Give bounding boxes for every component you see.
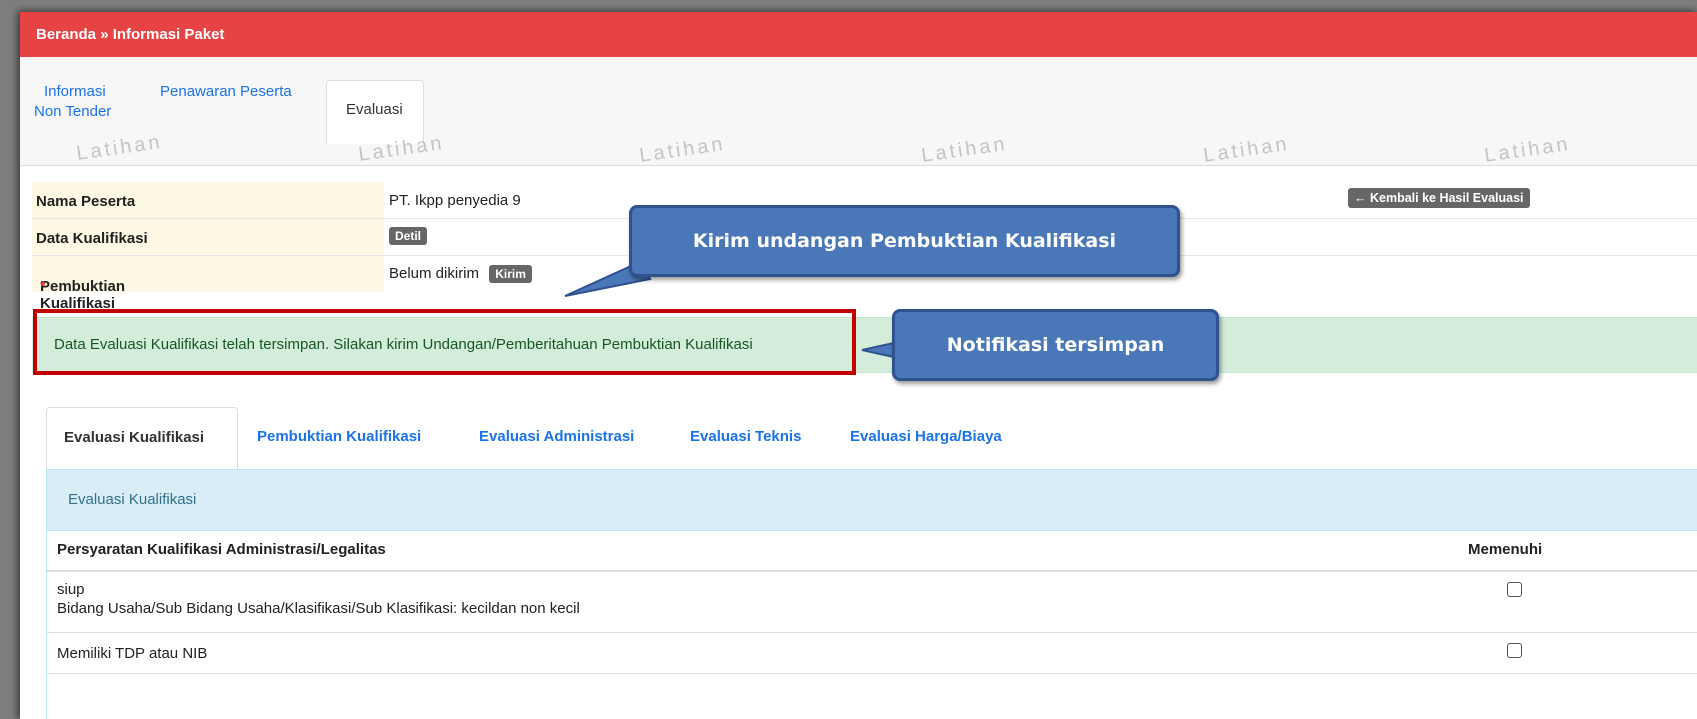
column-header-memenuhi: Memenuhi [1468,541,1543,558]
nama-peserta-value: PT. Ikpp penyedia 9 [389,192,521,209]
column-header-requirement: Persyaratan Kualifikasi Administrasi/Leg… [57,541,386,558]
data-kualifikasi-label: Data Kualifikasi [36,230,148,247]
table-row: Memiliki TDP atau NIB [47,633,1697,674]
requirement-text: siup Bidang Usaha/Sub Bidang Usaha/Klasi… [57,580,580,618]
detil-button[interactable]: Detil [389,227,428,245]
requirement-text: Memiliki TDP atau NIB [57,645,208,662]
pembuktian-status: Belum dikirim [389,265,480,282]
pembuktian-value: Belum dikirim Kirim [389,265,532,283]
label-cell: Data Kualifikasi [32,219,384,255]
data-kualifikasi-value: Detil [389,227,428,245]
back-to-results-button[interactable]: ← Kembali ke Hasil Evaluasi [1348,188,1530,208]
tab-penawaran-peserta[interactable]: Penawaran Peserta [160,81,292,103]
table-header: Persyaratan Kualifikasi Administrasi/Leg… [47,530,1697,572]
tab-evaluasi-kualifikasi[interactable]: Evaluasi Kualifikasi [46,407,238,471]
panel-heading: Evaluasi Kualifikasi [47,470,1697,531]
watermark: Latihan [1202,132,1291,167]
highlight-box [33,309,856,375]
callout-notifikasi: Notifikasi tersimpan [892,309,1219,381]
evaluation-sub-tabs: Evaluasi Kualifikasi Pembuktian Kualifik… [46,407,1697,471]
watermark: Latihan [1483,132,1572,167]
evaluasi-kualifikasi-panel: Evaluasi Kualifikasi Persyaratan Kualifi… [46,469,1697,719]
browser-frame: Beranda » Informasi Paket Informasi Non … [20,12,1697,719]
watermark: Latihan [920,132,1009,167]
kirim-button[interactable]: Kirim [489,265,532,283]
header-bar: Beranda » Informasi Paket [20,12,1697,57]
tab-label-line2: Non Tender [34,103,112,120]
callout-kirim-undangan: Kirim undangan Pembuktian Kualifikasi [629,205,1180,277]
requirement-detail: Bidang Usaha/Sub Bidang Usaha/Klasifikas… [57,600,580,617]
nama-peserta-label: Nama Peserta [36,193,136,210]
tab-informasi-non-tender[interactable]: Informasi Non Tender [34,81,111,123]
label-cell: Nama Peserta [32,182,384,218]
watermark: Latihan [638,132,727,167]
table-row: siup Bidang Usaha/Sub Bidang Usaha/Klasi… [47,572,1697,633]
required-mark: * [40,278,46,295]
tab-pembuktian-kualifikasi[interactable]: Pembuktian Kualifikasi [257,428,421,445]
tab-evaluasi-harga-biaya[interactable]: Evaluasi Harga/Biaya [850,428,1002,445]
tab-evaluasi[interactable]: Evaluasi [326,80,424,144]
memenuhi-checkbox[interactable] [1507,643,1522,658]
requirement-title: siup [57,581,85,598]
watermark: Latihan [75,130,164,165]
panel-title: Evaluasi Kualifikasi [68,491,197,508]
memenuhi-checkbox[interactable] [1507,582,1522,597]
tab-label-line1: Informasi [44,83,106,100]
breadcrumb: Beranda » Informasi Paket [36,26,225,43]
label-cell: Pembuktian Kualifikasi * [32,256,384,312]
pembuktian-kualifikasi-label: Pembuktian Kualifikasi [40,278,126,312]
tab-evaluasi-teknis[interactable]: Evaluasi Teknis [690,428,801,445]
tab-evaluasi-administrasi[interactable]: Evaluasi Administrasi [479,428,634,445]
top-tab-bar: Informasi Non Tender Penawaran Peserta E… [20,57,1697,167]
tab-label: Evaluasi Kualifikasi [64,429,205,446]
tab-evaluasi-label: Evaluasi [346,101,403,118]
